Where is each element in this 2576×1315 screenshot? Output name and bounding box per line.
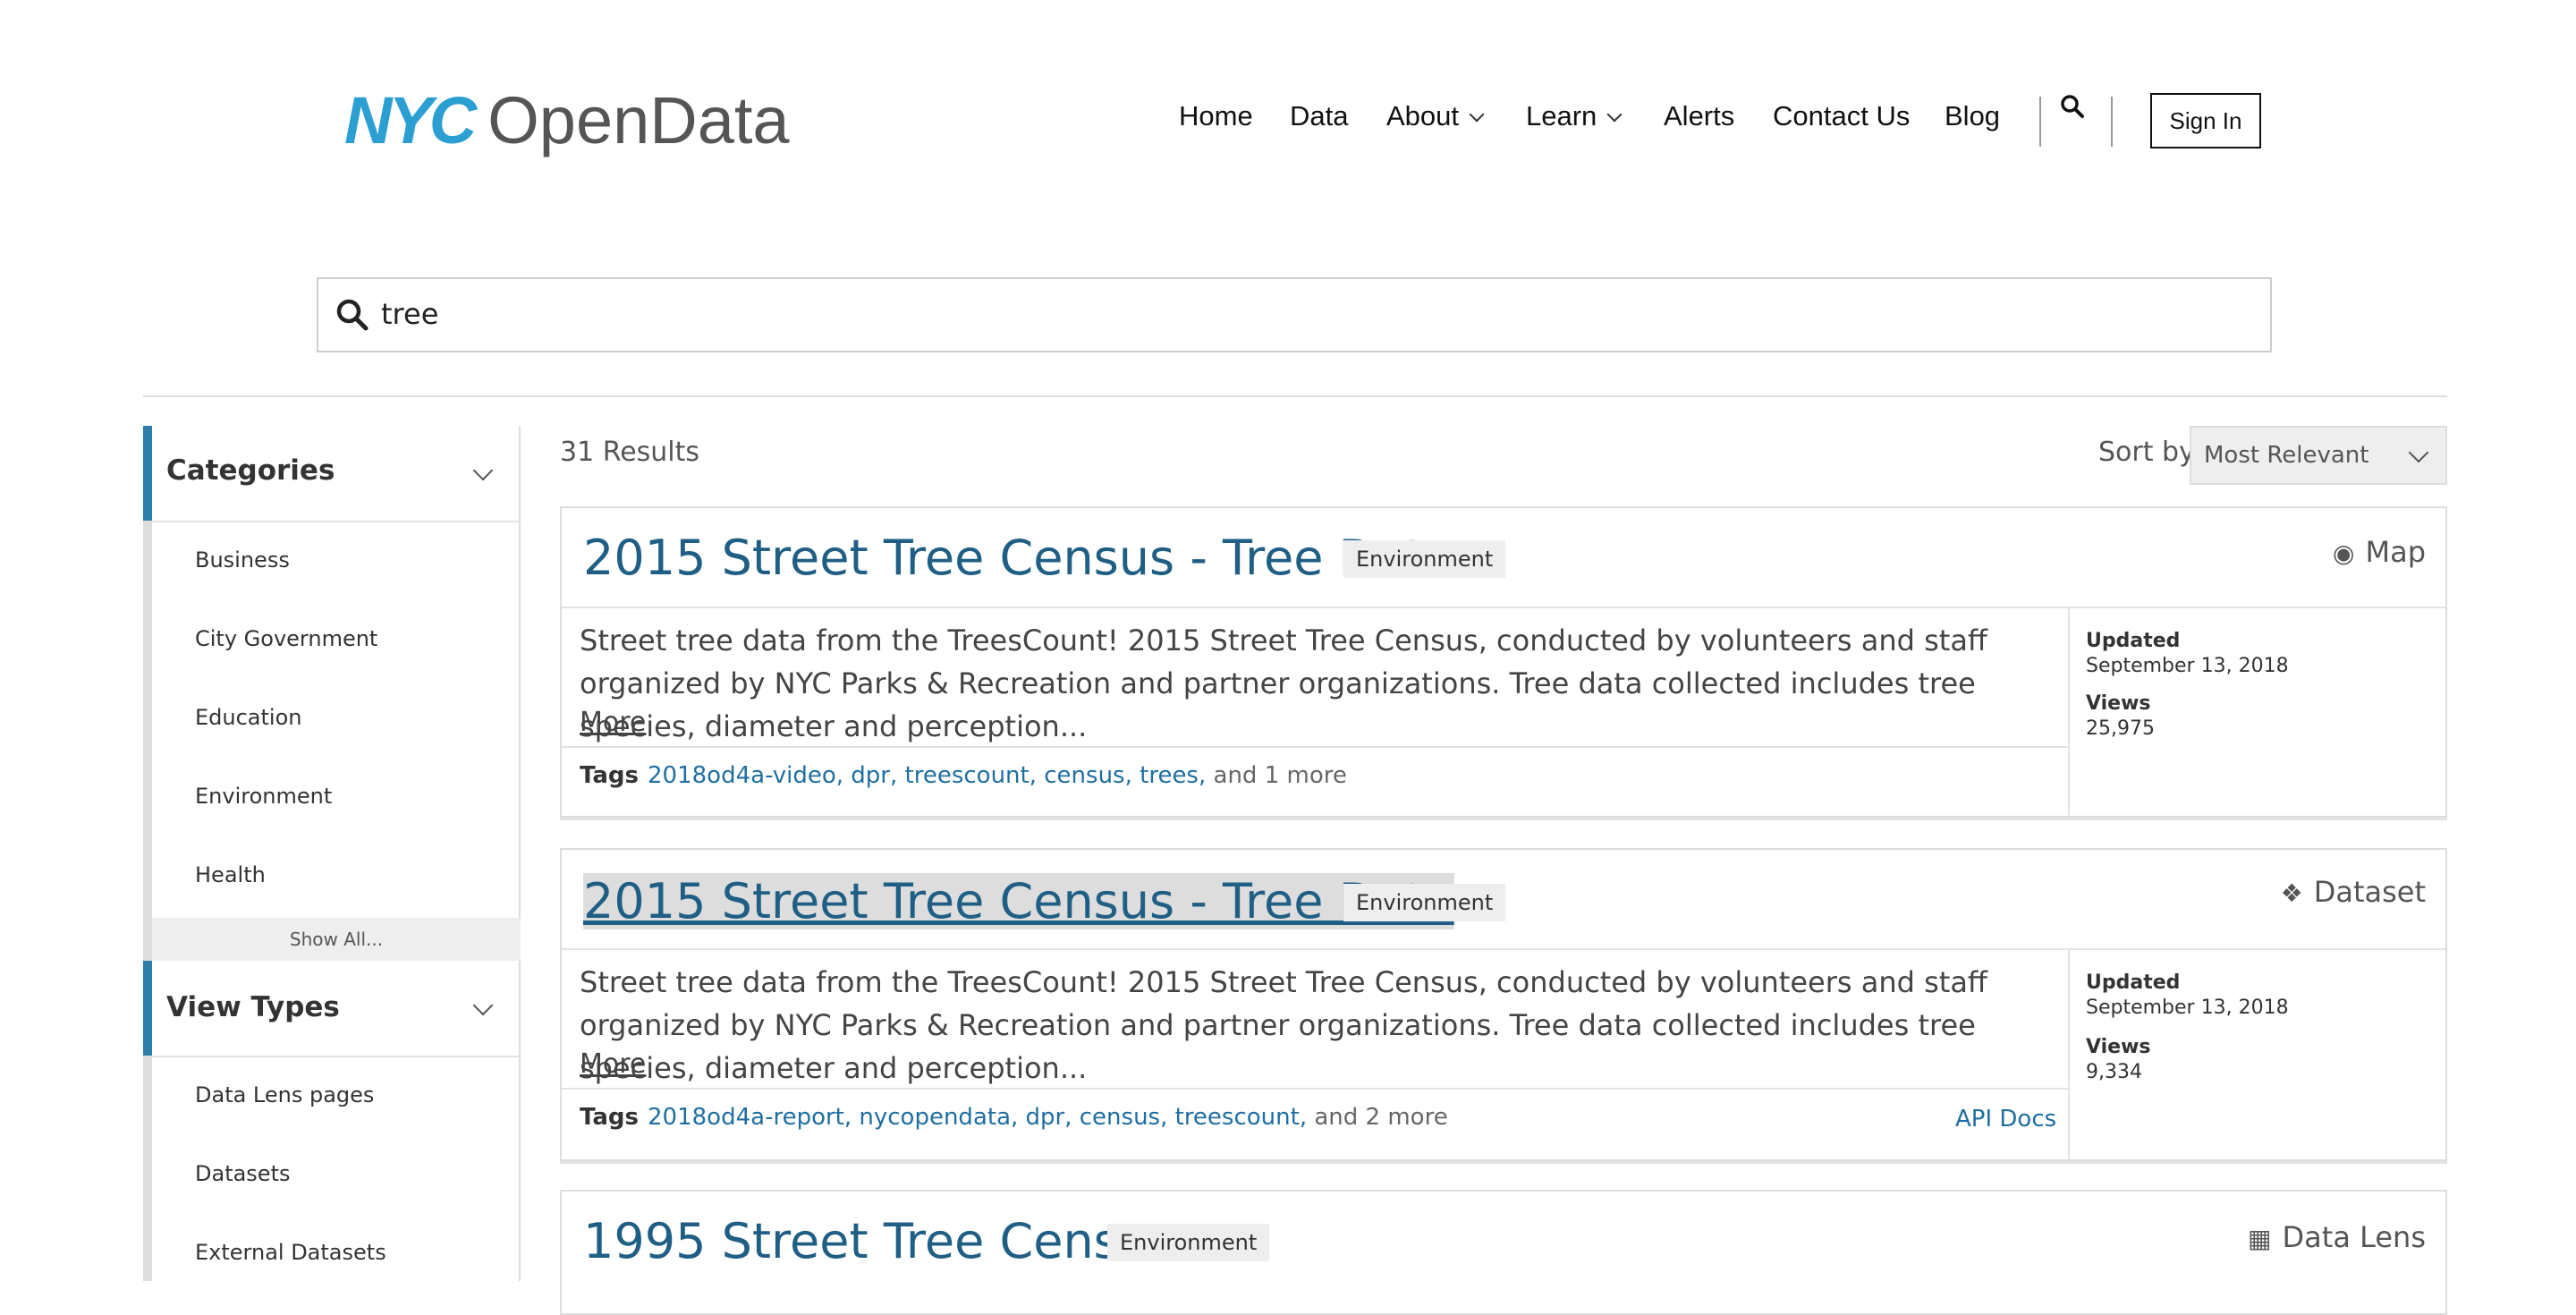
nav-divider	[2111, 97, 2113, 147]
result-type: ❖ Dataset	[2281, 875, 2426, 909]
logo-nyc: NYC	[344, 83, 477, 157]
view-types-header[interactable]: View Types	[152, 961, 521, 1056]
divider	[2068, 607, 2070, 818]
chevron-down-icon	[472, 460, 494, 481]
category-education[interactable]: Education	[195, 705, 301, 730]
nav-divider	[2039, 97, 2041, 147]
result-card: 2015 Street Tree Census - Tree Data Envi…	[560, 506, 2447, 818]
categories-title: Categories	[166, 454, 335, 487]
chevron-down-icon	[2408, 442, 2429, 463]
categories-accent	[143, 426, 152, 521]
api-docs-link[interactable]: API Docs	[1955, 1106, 2056, 1133]
divider	[562, 607, 2445, 608]
nav-contact-us[interactable]: Contact Us	[1773, 100, 1910, 132]
more-link[interactable]: More	[580, 707, 646, 738]
result-card: 1995 Street Tree Census Environment ▦ Dat…	[560, 1190, 2447, 1315]
search-icon	[335, 297, 370, 337]
divider	[152, 1056, 521, 1057]
search-query: tree	[381, 297, 439, 331]
sort-value: Most Relevant	[2204, 442, 2369, 469]
sort-select[interactable]: Most Relevant	[2190, 426, 2447, 485]
categories-header[interactable]: Categories	[152, 426, 521, 521]
search-input[interactable]: tree	[317, 277, 2272, 352]
result-title[interactable]: 2015 Street Tree Census - Tree Data	[583, 530, 1454, 586]
updated-label: Updated	[2086, 630, 2181, 652]
category-health[interactable]: Health	[195, 862, 266, 887]
category-city-government[interactable]: City Government	[195, 626, 377, 651]
tags-more[interactable]: and 2 more	[1307, 1104, 1447, 1131]
views-label: Views	[2086, 1036, 2151, 1058]
divider	[152, 521, 521, 522]
map-pin-icon: ◉	[2333, 539, 2355, 568]
show-all-button[interactable]: Show All...	[152, 918, 521, 961]
dataset-cube-icon: ❖	[2280, 878, 2303, 908]
category-badge[interactable]: Environment	[1343, 884, 1506, 921]
view-type-external-datasets[interactable]: External Datasets	[195, 1240, 386, 1265]
tags-label: Tags	[580, 1104, 640, 1131]
tags-more[interactable]: and 1 more	[1206, 762, 1347, 789]
result-tags: Tags 2018od4a-video, dpr, treescount, cen…	[580, 762, 1347, 789]
nav-about[interactable]: About	[1386, 100, 1485, 132]
updated-value: September 13, 2018	[2086, 997, 2289, 1019]
more-link[interactable]: More	[580, 1048, 646, 1080]
divider	[562, 1088, 2068, 1090]
view-types-title: View Types	[166, 991, 340, 1023]
nav-learn-label: Learn	[1526, 100, 1597, 132]
chevron-down-icon	[1469, 106, 1485, 123]
views-label: Views	[2086, 692, 2151, 715]
nav-learn[interactable]: Learn	[1526, 100, 1623, 132]
views-value: 25,975	[2086, 717, 2155, 740]
data-lens-icon: ▦	[2248, 1224, 2272, 1253]
result-title[interactable]: 1995 Street Tree Census	[583, 1213, 1174, 1269]
chevron-down-icon	[472, 995, 494, 1016]
nav-home[interactable]: Home	[1179, 100, 1253, 132]
updated-label: Updated	[2086, 971, 2181, 994]
view-types-accent	[143, 961, 152, 1056]
result-card: 2015 Street Tree Census - Tree Data Envi…	[560, 848, 2447, 1161]
chevron-down-icon	[1606, 106, 1623, 123]
result-type-label: Data Lens	[2282, 1220, 2426, 1254]
views-value: 9,334	[2086, 1061, 2142, 1083]
tag-links[interactable]: 2018od4a-video, dpr, treescount, census,…	[648, 762, 1206, 789]
nav-blog[interactable]: Blog	[1945, 100, 2000, 132]
nav-about-label: About	[1386, 100, 1460, 132]
divider	[562, 746, 2068, 748]
nav-alerts[interactable]: Alerts	[1664, 100, 1734, 132]
logo-opendata: OpenData	[487, 83, 790, 157]
category-business[interactable]: Business	[195, 547, 290, 573]
tag-links[interactable]: 2018od4a-report, nycopendata, dpr, censu…	[648, 1104, 1307, 1131]
search-icon[interactable]	[2059, 93, 2091, 125]
result-tags: Tags 2018od4a-report, nycopendata, dpr, c…	[580, 1104, 1448, 1131]
divider	[2068, 948, 2070, 1161]
result-type: ▦ Data Lens	[2248, 1220, 2426, 1254]
results-count: 31 Results	[560, 437, 700, 468]
nav-data[interactable]: Data	[1290, 100, 1348, 132]
result-title[interactable]: 2015 Street Tree Census - Tree Data	[583, 873, 1454, 929]
sidebar-left-rail	[143, 426, 152, 1281]
sign-in-button[interactable]: Sign In	[2150, 93, 2261, 148]
divider	[562, 948, 2445, 950]
nyc-opendata-logo[interactable]: NYC OpenData	[344, 85, 790, 157]
category-badge[interactable]: Environment	[1343, 540, 1506, 578]
result-type-label: Dataset	[2313, 875, 2426, 909]
view-type-data-lens[interactable]: Data Lens pages	[195, 1082, 374, 1107]
result-description: Street tree data from the TreesCount! 20…	[580, 965, 1987, 1085]
result-type: ◉ Map	[2333, 535, 2426, 569]
category-badge[interactable]: Environment	[1107, 1224, 1270, 1261]
divider	[143, 395, 2447, 397]
category-environment[interactable]: Environment	[195, 784, 332, 809]
result-type-label: Map	[2365, 535, 2426, 569]
view-type-datasets[interactable]: Datasets	[195, 1161, 291, 1186]
result-description: Street tree data from the TreesCount! 20…	[580, 624, 1987, 743]
updated-value: September 13, 2018	[2086, 655, 2289, 677]
sort-label: Sort by	[2098, 437, 2195, 468]
tags-label: Tags	[580, 762, 640, 789]
